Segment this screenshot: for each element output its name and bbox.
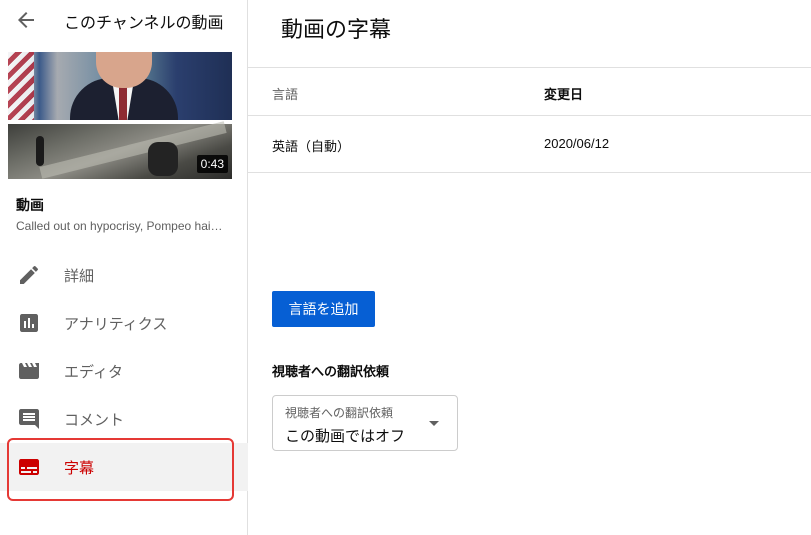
- language-cell: 英語（自動）: [272, 140, 351, 155]
- comment-icon: [17, 407, 41, 431]
- modified-date-cell: 2020/06/12: [544, 136, 610, 151]
- sidebar-item-label: コメント: [64, 411, 125, 429]
- column-header-language: 言語: [272, 88, 299, 103]
- dropdown-caret-icon: [429, 421, 439, 426]
- main-panel: 動画の字幕 言語 変更日 英語（自動） 2020/06/12 言語を追加 視聴者…: [248, 0, 811, 535]
- translation-request-heading: 視聴者への翻訳依頼: [272, 365, 390, 380]
- divider: [248, 67, 811, 68]
- video-description: Called out on hypocrisy, Pompeo hai…: [16, 219, 223, 233]
- add-language-button[interactable]: 言語を追加: [272, 291, 375, 327]
- select-value: この動画ではオフ: [285, 427, 406, 445]
- select-label: 視聴者への翻訳依頼: [285, 406, 394, 420]
- sidebar-item-editor[interactable]: エディタ: [0, 347, 248, 395]
- video-thumbnail[interactable]: 0:43: [8, 52, 232, 179]
- sidebar-item-analytics[interactable]: アナリティクス: [0, 299, 248, 347]
- duration-badge: 0:43: [196, 155, 228, 173]
- video-label: 動画: [16, 198, 44, 214]
- divider: [248, 172, 811, 173]
- sidebar-item-label: 字幕: [64, 459, 95, 477]
- sidebar-title: このチャンネルの動画: [64, 13, 224, 32]
- page-title: 動画の字幕: [281, 18, 392, 43]
- sidebar-item-label: アナリティクス: [64, 315, 168, 333]
- sidebar-item-details[interactable]: 詳細: [0, 251, 248, 299]
- table-row[interactable]: 英語（自動） 2020/06/12: [248, 116, 811, 172]
- analytics-icon: [17, 311, 41, 335]
- clapperboard-icon: [17, 359, 41, 383]
- sidebar-item-label: エディタ: [64, 363, 123, 381]
- back-arrow-icon[interactable]: [14, 8, 40, 32]
- sidebar-item-subtitles[interactable]: 字幕: [0, 443, 248, 491]
- column-header-modified-date: 変更日: [544, 88, 584, 103]
- sidebar-item-comments[interactable]: コメント: [0, 395, 248, 443]
- thumbnail-frame-top: [8, 52, 232, 122]
- sidebar: このチャンネルの動画 0:43 動画 Called out on hypocri…: [0, 0, 248, 535]
- sidebar-header: このチャンネルの動画: [0, 0, 248, 40]
- sidebar-item-label: 詳細: [64, 267, 95, 285]
- translation-request-select[interactable]: 視聴者への翻訳依頼 この動画ではオフ: [272, 395, 458, 451]
- subtitles-icon: [17, 455, 41, 479]
- pencil-icon: [17, 263, 41, 287]
